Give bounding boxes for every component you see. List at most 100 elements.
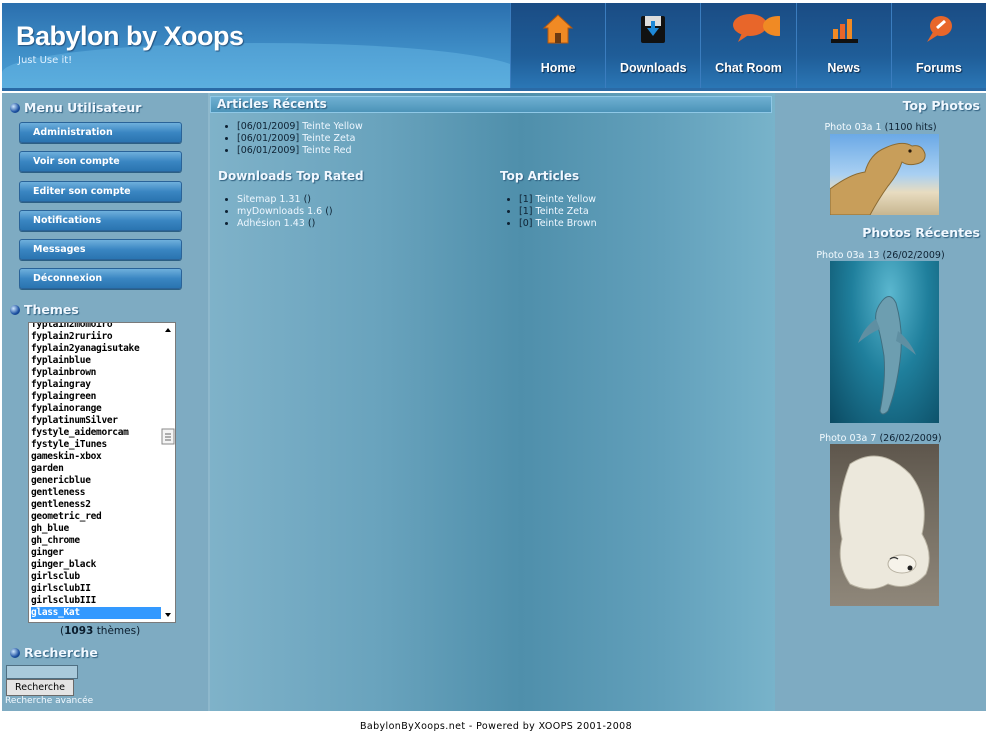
theme-count: (1093 thèmes) <box>60 625 141 637</box>
theme-option[interactable]: gh_chrome <box>31 535 175 547</box>
menu-notifications-button[interactable]: Notifications <box>19 210 182 231</box>
photo-caption: Photo 03a 13 (26/02/2009) <box>775 250 986 261</box>
article-date: [06/01/2009] <box>237 133 300 144</box>
search-button[interactable]: Recherche <box>6 679 74 696</box>
nav-item-news[interactable]: News <box>795 3 891 88</box>
recent-photos-title: Photos Récentes <box>862 225 980 240</box>
download-link[interactable]: Adhésion 1.43 <box>237 218 305 229</box>
photo-meta: (26/02/2009) <box>882 250 945 261</box>
photo-link[interactable]: Photo 03a 1 <box>824 122 881 133</box>
recent-articles-title: Articles Récents <box>217 97 327 111</box>
center-column: Articles Récents [06/01/2009] Teinte Yel… <box>210 93 775 711</box>
site-brand[interactable]: Babylon by Xoops <box>16 21 244 52</box>
article-link[interactable]: Teinte Zeta <box>302 133 355 144</box>
theme-option[interactable]: gh_blue <box>31 523 175 535</box>
article-link[interactable]: Teinte Yellow <box>302 121 363 132</box>
theme-option[interactable]: fyplaingray <box>31 379 175 391</box>
advanced-search-link[interactable]: Recherche avancée <box>5 696 93 706</box>
list-item: [06/01/2009] Teinte Red <box>237 145 363 157</box>
menu-logout-button[interactable]: Déconnexion <box>19 268 182 289</box>
search-title-text: Recherche <box>24 645 98 660</box>
theme-option[interactable]: glass_Kat <box>31 607 175 619</box>
bullet-icon <box>10 305 20 315</box>
theme-option[interactable]: ginger_black <box>31 559 175 571</box>
article-date: [06/01/2009] <box>237 145 300 156</box>
home-icon <box>542 14 574 44</box>
download-link[interactable]: myDownloads 1.6 <box>237 206 322 217</box>
photo-caption: Photo 03a 1 (1100 hits) <box>775 122 986 133</box>
theme-option[interactable]: gentleness <box>31 487 175 499</box>
theme-option[interactable]: gameskin-xbox <box>31 451 175 463</box>
photo-meta: (26/02/2009) <box>879 433 942 444</box>
dolphin-photo[interactable] <box>830 261 939 423</box>
theme-option[interactable]: genericblue <box>31 475 175 487</box>
theme-option[interactable]: fyplain2momoiro <box>31 323 175 331</box>
polar-bear-photo[interactable] <box>830 444 939 606</box>
download-link[interactable]: Sitemap 1.31 <box>237 194 301 205</box>
nav-item-home[interactable]: Home <box>510 3 605 88</box>
download-icon <box>641 16 666 43</box>
nav-item-forums[interactable]: Forums <box>890 3 986 88</box>
camel-photo[interactable] <box>830 134 939 215</box>
top-photos-title: Top Photos <box>902 98 980 113</box>
list-item: myDownloads 1.6 () <box>237 206 333 218</box>
theme-option[interactable]: garden <box>31 463 175 475</box>
list-item: [0] Teinte Brown <box>519 218 597 230</box>
right-sidebar: Top Photos Photo 03a 1 (1100 hits) Photo… <box>775 93 986 711</box>
photo-link[interactable]: Photo 03a 7 <box>819 433 876 444</box>
scroll-up-icon <box>165 328 171 332</box>
theme-option[interactable]: girlsclubIII <box>31 595 175 607</box>
article-link[interactable]: Teinte Yellow <box>536 194 597 205</box>
site-slogan: Just Use it! <box>18 55 73 66</box>
camel-illustration <box>830 142 926 215</box>
theme-option[interactable]: gentleness2 <box>31 499 175 511</box>
theme-option[interactable]: girlsclubII <box>31 583 175 595</box>
theme-option[interactable]: fystyle_aidemorcam <box>31 427 175 439</box>
list-item: [06/01/2009] Teinte Yellow <box>237 121 363 133</box>
bar-chart-icon <box>830 19 858 43</box>
search-title: Recherche <box>10 645 98 660</box>
left-sidebar: Menu Utilisateur Administration Voir son… <box>2 93 208 711</box>
article-link[interactable]: Teinte Zeta <box>536 206 589 217</box>
list-item: Sitemap 1.31 () <box>237 194 333 206</box>
theme-option[interactable]: geometric_red <box>31 511 175 523</box>
list-item: Adhésion 1.43 () <box>237 218 333 230</box>
dolphin-illustration <box>858 296 916 415</box>
menu-administration-button[interactable]: Administration <box>19 122 182 143</box>
theme-option[interactable]: fyplatinumSilver <box>31 415 175 427</box>
list-item: [06/01/2009] Teinte Zeta <box>237 133 363 145</box>
chat-icon <box>732 14 780 42</box>
nav-label: Chat Room <box>715 61 782 75</box>
theme-option[interactable]: fyplaingreen <box>31 391 175 403</box>
theme-option[interactable]: fystyle_iTunes <box>31 439 175 451</box>
photo-link[interactable]: Photo 03a 13 <box>816 250 879 261</box>
theme-option[interactable]: fyplainblue <box>31 355 175 367</box>
page: Babylon by Xoops Just Use it! Home Downl… <box>0 0 992 736</box>
article-rank: [1] <box>519 194 533 205</box>
theme-option[interactable]: fyplainbrown <box>31 367 175 379</box>
article-date: [06/01/2009] <box>237 121 300 132</box>
article-link[interactable]: Teinte Brown <box>536 218 597 229</box>
menu-edit-account-button[interactable]: Editer son compte <box>19 181 182 202</box>
theme-option[interactable]: fyplain2yanagisutake <box>31 343 175 355</box>
recent-articles-header: Articles Récents <box>210 96 772 113</box>
theme-option[interactable]: girlsclub <box>31 571 175 583</box>
menu-view-account-button[interactable]: Voir son compte <box>19 151 182 172</box>
article-link[interactable]: Teinte Red <box>302 145 351 156</box>
theme-option[interactable]: fyplainorange <box>31 403 175 415</box>
nav-item-chat-room[interactable]: Chat Room <box>700 3 795 88</box>
theme-option[interactable]: ginger <box>31 547 175 559</box>
theme-list-scrollbar[interactable] <box>161 323 175 622</box>
forum-icon <box>926 16 952 42</box>
site-footer: BabylonByXoops.net - Powered by XOOPS 20… <box>359 721 633 732</box>
main-nav: Home Downloads Chat Room News Forums <box>510 3 986 88</box>
list-item: [1] Teinte Yellow <box>519 194 597 206</box>
download-rating: () <box>325 206 333 217</box>
theme-select-list[interactable]: fyplain2momoiro fyplain2ruriiro fyplain2ya… <box>28 322 176 623</box>
theme-option[interactable]: fyplain2ruriiro <box>31 331 175 343</box>
nav-item-downloads[interactable]: Downloads <box>605 3 700 88</box>
search-input[interactable] <box>6 665 78 679</box>
scrollbar-graphic <box>161 328 175 617</box>
menu-messages-button[interactable]: Messages <box>19 239 182 260</box>
top-articles-list: [1] Teinte Yellow [1] Teinte Zeta [0] Te… <box>500 194 597 230</box>
